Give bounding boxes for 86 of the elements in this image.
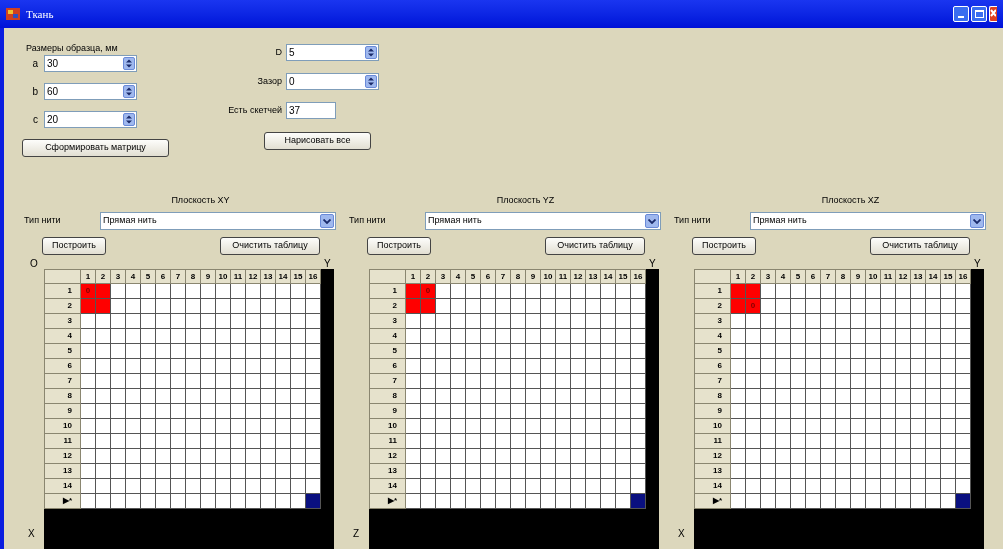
field-label: Тип нити <box>674 214 712 228</box>
axis-label: O <box>30 258 38 269</box>
column-header[interactable]: 3 <box>110 269 126 284</box>
chevron-down-icon <box>973 218 981 224</box>
column-header[interactable]: 12 <box>570 269 586 284</box>
column-header[interactable]: 2 <box>420 269 436 284</box>
header-cell <box>369 269 406 284</box>
axis-label: X <box>28 527 36 541</box>
field-label: b <box>31 85 39 99</box>
chevron-down-icon <box>323 218 331 224</box>
push-button[interactable]: Построить <box>367 236 431 255</box>
dropdown-button[interactable] <box>320 214 334 228</box>
push-button[interactable]: Нарисовать все <box>264 132 371 150</box>
spin-button[interactable] <box>123 113 135 126</box>
column-header[interactable]: 5 <box>140 269 156 284</box>
field-label: Тип нити <box>349 214 387 228</box>
dropdown-button[interactable] <box>970 214 984 228</box>
column-header[interactable]: 8 <box>510 269 526 284</box>
column-header[interactable]: 15 <box>290 269 306 284</box>
axis-label: Y <box>324 257 331 269</box>
text-field[interactable]: 37 <box>286 102 336 119</box>
header-cell <box>694 269 731 284</box>
push-button[interactable]: Построить <box>692 236 756 255</box>
push-button[interactable]: Очистить таблицу <box>220 236 320 255</box>
column-header[interactable]: 13 <box>910 269 926 284</box>
field-label: D <box>274 45 283 59</box>
panel-title: Плоскость XY <box>170 194 231 207</box>
up-down-arrows-icon <box>126 87 132 96</box>
column-header[interactable]: 6 <box>480 269 496 284</box>
column-header[interactable]: 10 <box>540 269 556 284</box>
column-header[interactable]: 9 <box>850 269 866 284</box>
push-button[interactable]: Очистить таблицу <box>545 236 645 255</box>
up-down-arrows-icon <box>126 115 132 124</box>
field-label: a <box>31 57 39 71</box>
dropdown[interactable]: Прямая нить <box>750 212 986 230</box>
window-title: Ткань <box>26 6 54 22</box>
minimize-icon <box>958 16 964 18</box>
column-header[interactable]: 4 <box>450 269 466 284</box>
spin-button[interactable] <box>123 57 135 70</box>
push-button[interactable]: Сформировать матрицу <box>22 139 169 157</box>
group-label: Размеры образца, мм <box>25 42 119 54</box>
maximize-button[interactable] <box>971 6 987 22</box>
close-button[interactable] <box>989 6 997 22</box>
column-header[interactable]: 14 <box>600 269 616 284</box>
up-down-arrows-icon <box>126 59 132 68</box>
number-field[interactable]: 0 <box>286 73 379 90</box>
field-label: c <box>32 113 39 127</box>
number-field[interactable]: 20 <box>44 111 137 128</box>
up-down-arrows-icon <box>368 48 374 57</box>
axis-label: Y <box>649 257 656 269</box>
dropdown-button[interactable] <box>645 214 659 228</box>
chevron-down-icon <box>648 218 656 224</box>
app-icon <box>6 8 20 20</box>
push-button[interactable]: Построить <box>42 236 106 255</box>
column-header[interactable]: 7 <box>170 269 186 284</box>
header-cell <box>44 269 81 284</box>
minimize-button[interactable] <box>953 6 969 22</box>
spin-button[interactable] <box>123 85 135 98</box>
number-field[interactable]: 5 <box>286 44 379 61</box>
column-header[interactable]: 11 <box>230 269 246 284</box>
field-label: Есть скетчей <box>227 103 283 117</box>
axis-label: X <box>678 527 686 541</box>
column-header[interactable]: 1 <box>80 269 96 284</box>
maximize-icon <box>974 10 984 18</box>
axis-label: Y <box>974 257 981 269</box>
dropdown[interactable]: Прямая нить <box>425 212 661 230</box>
column-header[interactable]: 11 <box>880 269 896 284</box>
column-header[interactable]: 7 <box>820 269 836 284</box>
up-down-arrows-icon <box>368 77 374 86</box>
spin-button[interactable] <box>365 46 377 59</box>
field-label: Тип нити <box>24 214 62 228</box>
field-label: Зазор <box>256 74 283 88</box>
column-header[interactable]: 15 <box>940 269 956 284</box>
number-field[interactable]: 30 <box>44 55 137 72</box>
column-header[interactable]: 3 <box>760 269 776 284</box>
number-field[interactable]: 60 <box>44 83 137 100</box>
column-header[interactable]: 9 <box>200 269 216 284</box>
panel-title: Плоскость XZ <box>820 194 881 207</box>
column-header[interactable]: 13 <box>260 269 276 284</box>
dropdown[interactable]: Прямая нить <box>100 212 336 230</box>
axis-label: Z <box>353 527 361 541</box>
push-button[interactable]: Очистить таблицу <box>870 236 970 255</box>
panel-title: Плоскость YZ <box>495 194 556 207</box>
column-header[interactable]: 1 <box>730 269 746 284</box>
column-header[interactable]: 5 <box>790 269 806 284</box>
spin-button[interactable] <box>365 75 377 88</box>
